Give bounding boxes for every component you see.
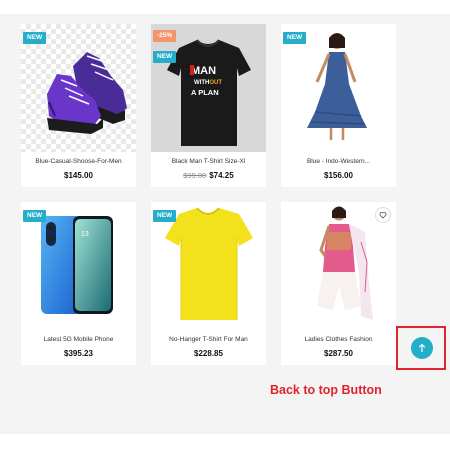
product-name[interactable]: Blue - Indo-Western...	[281, 158, 396, 165]
product-image[interactable]: MAN WITHOUT A PLAN	[151, 24, 266, 152]
new-badge: NEW	[153, 210, 177, 222]
black-tshirt-image: MAN WITHOUT A PLAN	[167, 39, 251, 146]
product-name[interactable]: No-Hanger T-Shirt For Man	[151, 336, 266, 343]
product-name[interactable]: Black Man T-Shirt Size-Xl	[151, 158, 266, 165]
tshirt-print-text: MAN	[191, 65, 216, 77]
back-to-top-button[interactable]	[411, 337, 433, 359]
tshirt-print-text: OUT	[209, 80, 222, 86]
arrow-up-icon	[418, 343, 426, 353]
product-card[interactable]: Ladies Clothes Fashion $287.50	[281, 202, 396, 365]
product-price: $395.23	[64, 349, 93, 358]
product-price: $145.00	[64, 171, 93, 180]
product-name[interactable]: Ladies Clothes Fashion	[281, 336, 396, 343]
discount-badge: -25%	[153, 30, 177, 42]
tshirt-print-text: A PLAN	[191, 88, 219, 97]
new-badge: NEW	[23, 210, 47, 222]
new-badge: NEW	[23, 32, 47, 44]
heart-icon	[379, 212, 387, 219]
product-card[interactable]: 13 NEW Latest 5G Mobile Phone $395.23	[21, 202, 136, 365]
product-name[interactable]: Latest 5G Mobile Phone	[21, 336, 136, 343]
tshirt-print-text: WITH	[194, 80, 209, 86]
product-price-row: $99.00 $74.25	[151, 171, 266, 180]
new-badge: NEW	[153, 51, 177, 63]
old-price: $99.00	[183, 171, 207, 180]
product-card[interactable]: NEW No-Hanger T-Shirt For Man $228.85	[151, 202, 266, 365]
product-name[interactable]: Blue-Casual-Shoose-For-Men	[21, 158, 136, 165]
product-card[interactable]: NEW Blue-Casual-Shoose-For-Men $145.00	[21, 24, 136, 187]
product-price: $287.50	[324, 349, 353, 358]
new-badge: NEW	[283, 32, 307, 44]
product-price: $74.25	[209, 171, 234, 180]
svg-text:13: 13	[81, 231, 89, 238]
product-price: $228.85	[194, 349, 223, 358]
back-to-top-annotation: Back to top Button	[270, 383, 382, 397]
product-card[interactable]: NEW Blue - Indo-Western... $156.00	[281, 24, 396, 187]
product-price: $156.00	[324, 171, 353, 180]
product-card[interactable]: MAN WITHOUT A PLAN -25% NEW Black Man T-…	[151, 24, 266, 187]
svg-text:WITHOUT: WITHOUT	[194, 80, 222, 86]
wishlist-button[interactable]	[375, 207, 391, 223]
